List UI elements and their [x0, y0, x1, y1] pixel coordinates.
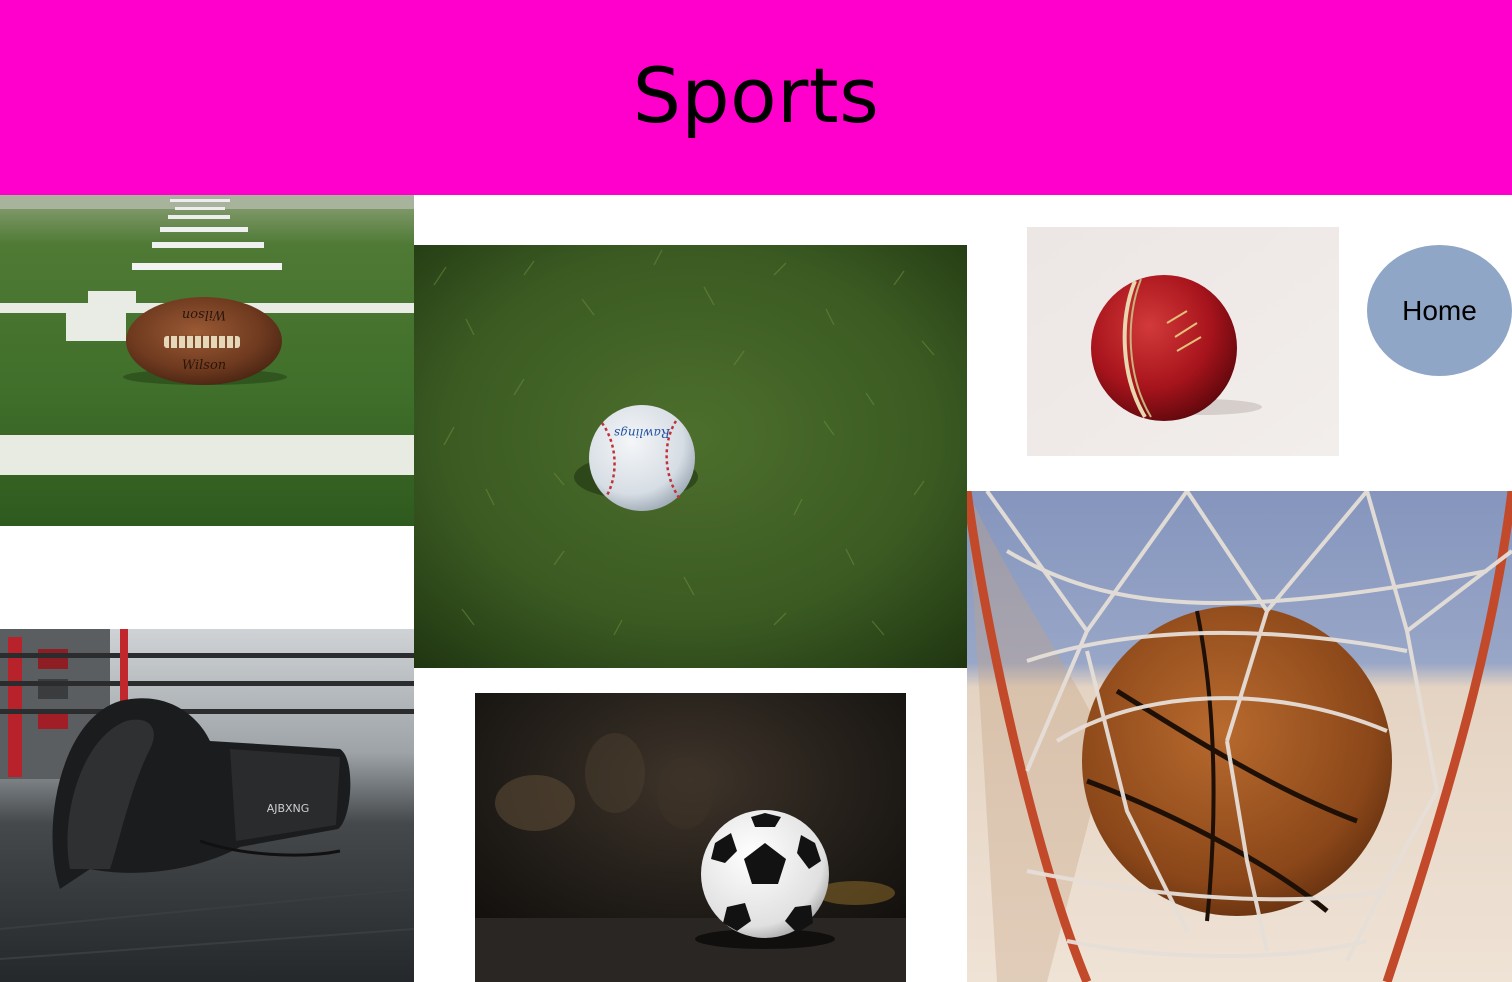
sports-page: Sports Wilson Wilson Rawlings Home AJBXN…: [0, 0, 1512, 982]
american-football-photo: Wilson Wilson: [0, 195, 414, 526]
svg-text:AJBXNG: AJBXNG: [267, 802, 310, 815]
svg-text:Rawlings: Rawlings: [614, 426, 671, 440]
baseball-photo: Rawlings: [414, 245, 967, 668]
basketball-hoop-photo: [967, 491, 1512, 982]
page-header: Sports: [0, 0, 1512, 195]
svg-text:Wilson: Wilson: [182, 358, 226, 373]
svg-text:Wilson: Wilson: [182, 307, 226, 322]
cricket-ball-photo: [1027, 227, 1339, 456]
page-title: Sports: [632, 50, 880, 140]
soccer-ball-photo: [475, 693, 906, 982]
boxing-glove-photo: AJBXNG: [0, 629, 414, 982]
home-button[interactable]: Home: [1367, 245, 1512, 376]
